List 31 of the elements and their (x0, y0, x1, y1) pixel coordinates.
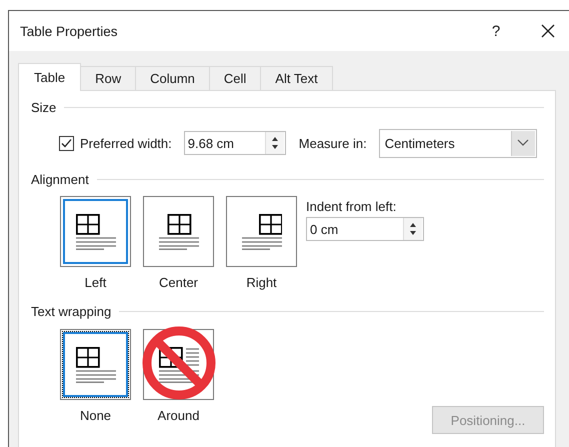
indent-spin-field[interactable]: 0 cm (306, 217, 424, 241)
option-label: Left (84, 274, 106, 291)
option-label: None (80, 407, 112, 424)
close-icon (541, 24, 555, 38)
field-label: Indent from left: (306, 199, 398, 214)
table-layout-icon (158, 346, 198, 382)
window-title: Table Properties (20, 24, 119, 38)
section-heading: Alignment (31, 172, 89, 186)
option-label: Right (246, 274, 277, 291)
table-layout-icon (76, 214, 116, 250)
measure-dropdown[interactable]: Centimeters (378, 128, 537, 158)
field-label: Measure in: (298, 136, 367, 150)
table-layout-icon (76, 346, 116, 382)
tab[interactable]: Alt Text (260, 66, 333, 90)
table-layout-icon (242, 214, 282, 250)
option-label: Center (158, 274, 198, 291)
table-layout-icon (158, 214, 198, 250)
alignment-option[interactable] (143, 196, 214, 267)
alignment-option[interactable] (226, 196, 297, 267)
help-button[interactable]: ? (481, 22, 511, 40)
tab[interactable]: Table (18, 63, 82, 91)
section-heading: Text wrapping (31, 304, 112, 318)
chevron-down-icon (517, 139, 530, 147)
width-spin-field[interactable]: 9.68 cm (184, 131, 286, 155)
wrapping-option[interactable] (60, 329, 131, 400)
field-label: Preferred width: (80, 136, 172, 150)
section-heading: Size (31, 100, 56, 114)
checkbox[interactable] (59, 136, 74, 150)
prohibited-icon (141, 325, 217, 401)
alignment-option[interactable] (60, 196, 131, 267)
option-label: Around (158, 407, 200, 424)
